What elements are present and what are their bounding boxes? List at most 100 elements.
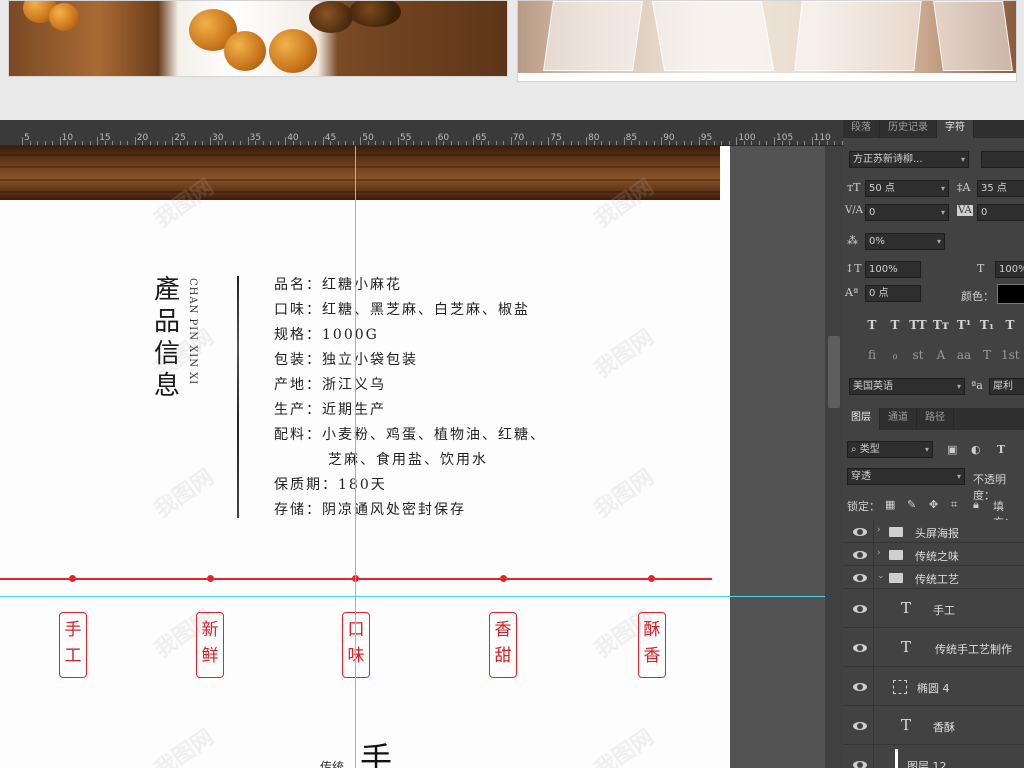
- visibility-eye-icon[interactable]: [853, 760, 867, 768]
- visibility-eye-icon[interactable]: [853, 604, 867, 613]
- text-filter-icon[interactable]: T: [997, 443, 1005, 456]
- chevron-down-icon: ▾: [936, 237, 941, 246]
- info-label: 生产：: [274, 402, 322, 418]
- ruler-tick: [322, 137, 324, 145]
- tracking-field[interactable]: 0: [977, 204, 1024, 221]
- product-info-list: 品名： 红糖小麻花 口味： 红糖、黑芝麻、白芝麻、椒盐 规格： 1000G 包装： 独立小袋包…: [274, 274, 604, 524]
- watermark-text: 我图网: [590, 724, 659, 768]
- layer-row[interactable]: 图层 12: [843, 745, 1024, 768]
- blend-mode-value: 穿透: [851, 471, 871, 482]
- info-value: 180天: [338, 477, 387, 493]
- layer-row[interactable]: ⌄ 传统工艺: [843, 566, 1024, 589]
- layer-name[interactable]: 传统工艺: [915, 571, 959, 587]
- ruler-tick: [736, 137, 738, 145]
- ruler-tick-minor: [375, 141, 377, 145]
- opentype-button[interactable]: T: [978, 348, 996, 362]
- layer-row[interactable]: › 头屏海报: [843, 520, 1024, 543]
- blend-mode-select[interactable]: 穿透 ▾: [847, 468, 965, 485]
- visibility-eye-icon[interactable]: [853, 682, 867, 691]
- layer-row[interactable]: T 香酥: [843, 706, 1024, 745]
- chevron-down-icon[interactable]: ⌄: [877, 571, 885, 581]
- layer-row[interactable]: T 传统手工艺制作: [843, 628, 1024, 667]
- tab-paragraph[interactable]: 段落: [843, 120, 880, 138]
- antialias-select[interactable]: 犀利: [989, 378, 1024, 395]
- horizontal-scale-field[interactable]: 100%: [995, 261, 1024, 278]
- vertical-scale-field[interactable]: 100%: [865, 261, 921, 278]
- visibility-eye-icon[interactable]: [853, 573, 867, 582]
- font-style-button[interactable]: T¹: [955, 318, 973, 332]
- opentype-button[interactable]: A: [932, 348, 950, 362]
- opentype-button[interactable]: ℴ: [886, 348, 904, 362]
- leading-field[interactable]: 35 点: [977, 180, 1024, 197]
- ruler-label: 5: [24, 133, 30, 143]
- font-style-button[interactable]: T: [1001, 318, 1019, 332]
- baseline-shift-value: 0 点: [869, 288, 889, 299]
- opentype-button[interactable]: aa: [955, 348, 973, 362]
- kerning-field[interactable]: 0 ▾: [865, 204, 949, 221]
- canvas-workspace[interactable]: 我图网 我图网 我图网 我图网 我图网 我图网 我图网 我图网 我图网 我图网 產品信息 CHAN…: [0, 146, 825, 768]
- layer-name[interactable]: 手工: [933, 602, 955, 618]
- layer-row[interactable]: › 传统之味: [843, 543, 1024, 566]
- font-style-button[interactable]: T: [886, 318, 904, 332]
- font-style-button[interactable]: T: [863, 318, 881, 332]
- proportional-spacing-field[interactable]: 0% ▾: [865, 233, 945, 250]
- text-color-swatch[interactable]: [997, 284, 1024, 304]
- layer-row[interactable]: T 手工: [843, 589, 1024, 628]
- lock-all-icon[interactable]: 🔒︎: [973, 498, 979, 512]
- tab-paths[interactable]: 路径: [917, 408, 954, 430]
- layer-row[interactable]: 椭圆 4: [843, 667, 1024, 706]
- preview-strip: [0, 0, 1024, 120]
- baseline-shift-field[interactable]: 0 点: [865, 285, 921, 302]
- visibility-eye-icon[interactable]: [853, 721, 867, 730]
- tab-layers[interactable]: 图层: [843, 408, 880, 430]
- opentype-button[interactable]: st: [909, 348, 927, 362]
- layer-name[interactable]: 传统之味: [915, 548, 959, 564]
- scrollbar-thumb[interactable]: [828, 336, 840, 408]
- opentype-button[interactable]: 1st: [1001, 348, 1020, 362]
- vertical-scale-value: 100%: [869, 264, 898, 275]
- chevron-right-icon[interactable]: ›: [877, 548, 881, 558]
- vertical-scrollbar[interactable]: [825, 146, 843, 768]
- ruler-tick: [285, 137, 287, 145]
- language-select[interactable]: 美国英语 ▾: [849, 378, 965, 395]
- adjustment-filter-icon[interactable]: ◐: [971, 443, 981, 456]
- tab-history[interactable]: 历史记录: [880, 120, 937, 138]
- vertical-guide[interactable]: [355, 146, 356, 768]
- chevron-right-icon[interactable]: ›: [877, 525, 881, 535]
- lock-artboard-icon[interactable]: ⌗: [951, 498, 957, 512]
- ruler-label: 95: [700, 133, 713, 143]
- lock-paint-icon[interactable]: ✎: [907, 498, 916, 511]
- lock-transparent-icon[interactable]: ▦: [885, 498, 895, 511]
- ruler-label: 40: [287, 133, 299, 143]
- ruler-tick-minor: [337, 141, 339, 145]
- layer-name[interactable]: 图层 12: [907, 758, 947, 768]
- layer-name[interactable]: 头屏海报: [915, 525, 959, 541]
- font-style-button[interactable]: T₁: [978, 318, 996, 332]
- font-family-select[interactable]: 方正苏新诗柳... ▾: [849, 151, 969, 168]
- font-style-buttons: T T TT Tт T¹ T₁ T: [863, 318, 1019, 332]
- visibility-eye-icon[interactable]: [853, 550, 867, 559]
- layer-name[interactable]: 椭圆 4: [917, 680, 950, 696]
- layer-name[interactable]: 香酥: [933, 719, 955, 735]
- tab-character[interactable]: 字符: [937, 120, 974, 138]
- document-canvas[interactable]: 我图网 我图网 我图网 我图网 我图网 我图网 我图网 我图网 我图网 我图网 產品信息 CHAN…: [0, 146, 730, 768]
- language-value: 美国英语: [853, 381, 893, 392]
- font-style-button[interactable]: TT: [909, 318, 927, 332]
- font-style-select[interactable]: [981, 151, 1024, 168]
- horizontal-guide[interactable]: [0, 596, 825, 597]
- lock-position-icon[interactable]: ✥: [929, 498, 938, 511]
- layer-divider: [873, 628, 874, 666]
- ink-divider: [237, 276, 239, 518]
- ruler-tick-minor: [127, 141, 129, 145]
- image-filter-icon[interactable]: ▣: [947, 443, 957, 456]
- visibility-eye-icon[interactable]: [853, 527, 867, 536]
- chevron-down-icon: ▾: [956, 472, 961, 481]
- tab-channels[interactable]: 通道: [880, 408, 917, 430]
- font-style-button[interactable]: Tт: [932, 318, 950, 332]
- visibility-eye-icon[interactable]: [853, 643, 867, 652]
- opentype-button[interactable]: ﬁ: [863, 348, 881, 362]
- font-size-field[interactable]: 50 点 ▾: [865, 180, 949, 197]
- layer-filter-select[interactable]: ⌕ 类型 ▾: [847, 441, 933, 458]
- layer-name[interactable]: 传统手工艺制作: [935, 641, 1012, 657]
- horizontal-ruler[interactable]: 5 10 15 20 25 30 35 40 45 50 55 60 65 70 75 80 85 90 95 100…: [0, 120, 843, 146]
